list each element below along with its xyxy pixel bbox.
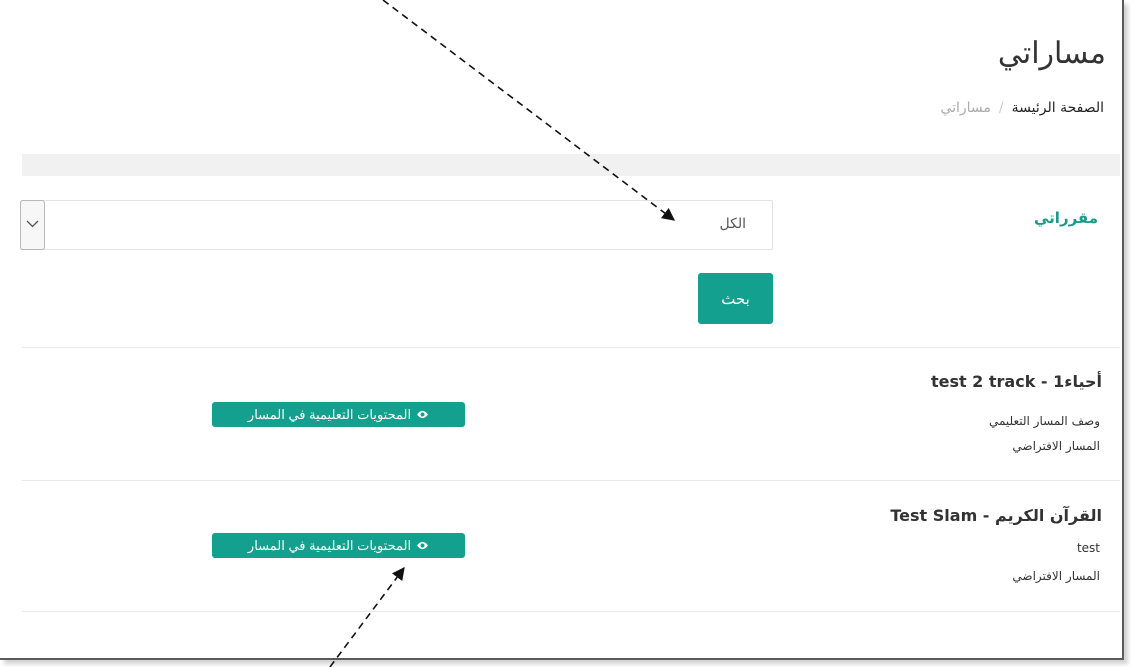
breadcrumb-separator: / — [998, 100, 1004, 116]
breadcrumb: الصفحة الرئيسة / مساراتي — [940, 100, 1104, 116]
breadcrumb-home-link[interactable]: الصفحة الرئيسة — [1012, 100, 1104, 116]
page-title: مساراتي — [997, 36, 1106, 71]
main-panel: مساراتي الصفحة الرئيسة / مساراتي مقرراتي ا… — [0, 0, 1124, 660]
eye-icon — [417, 541, 428, 550]
track-title: القرآن الكريم - Test Slam — [890, 506, 1102, 525]
divider — [22, 347, 1120, 348]
search-button[interactable]: بحث — [698, 273, 773, 324]
header-band — [22, 154, 1120, 176]
chevron-down-icon[interactable] — [20, 200, 45, 250]
track-default-label: المسار الافتراضي — [1012, 439, 1100, 453]
divider — [22, 611, 1120, 612]
courses-filter-label: مقرراتي — [1034, 209, 1098, 227]
courses-select-value: الكل — [719, 216, 747, 232]
track-description: وصف المسار التعليمي — [988, 414, 1100, 428]
eye-icon — [417, 410, 428, 419]
track-contents-button[interactable]: المحتويات التعليمية في المسار — [212, 402, 465, 427]
track-contents-label: المحتويات التعليمية في المسار — [247, 406, 412, 422]
track-contents-label: المحتويات التعليمية في المسار — [247, 537, 412, 553]
breadcrumb-current: مساراتي — [940, 100, 991, 116]
courses-select[interactable]: الكل — [20, 200, 773, 250]
track-description: test — [1076, 541, 1100, 555]
divider — [22, 480, 1120, 481]
track-title: أحياء1 - test 2 track — [930, 372, 1102, 391]
track-default-label: المسار الافتراضي — [1012, 569, 1100, 583]
track-contents-button[interactable]: المحتويات التعليمية في المسار — [212, 533, 465, 558]
